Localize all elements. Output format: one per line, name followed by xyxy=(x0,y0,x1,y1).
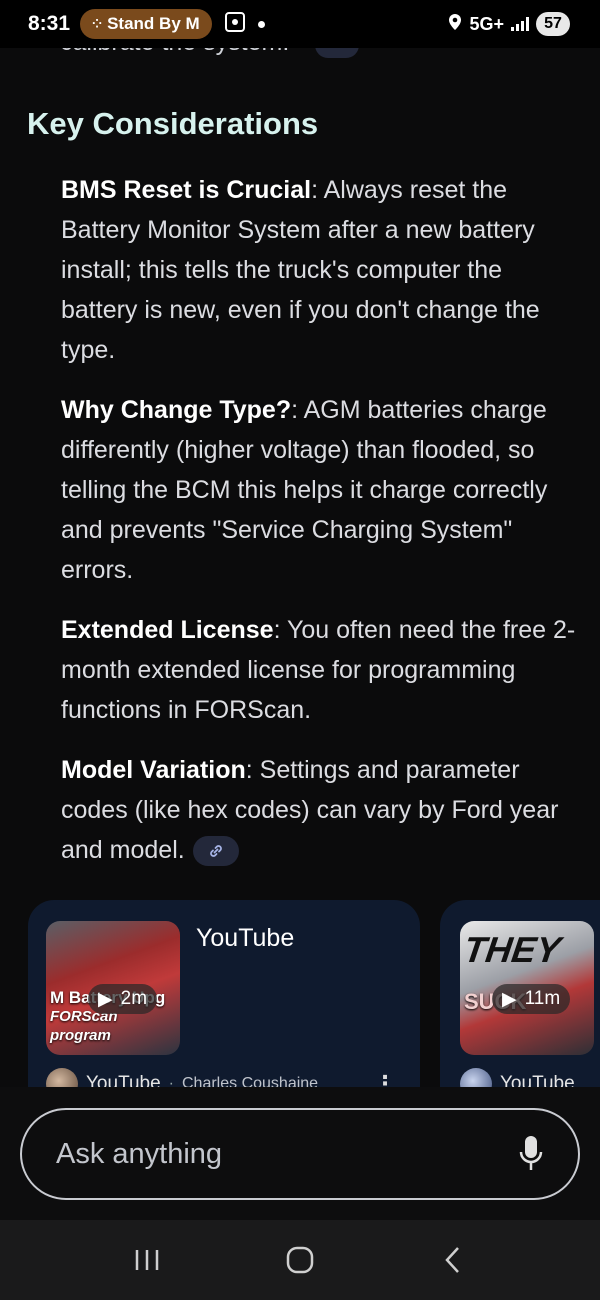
media-pill-label: Stand By M xyxy=(107,14,200,33)
list-item: Why Change Type?: AGM batteries charge d… xyxy=(61,390,581,590)
mic-icon[interactable] xyxy=(518,1134,544,1174)
duration-badge: ▶ 2m xyxy=(88,984,158,1014)
status-bar: 8:31 ⁘ Stand By M 5G+ 57 xyxy=(0,0,600,48)
recents-button[interactable] xyxy=(112,1230,182,1290)
status-time: 8:31 xyxy=(28,12,71,35)
screenshot-icon xyxy=(224,11,246,38)
status-right: 5G+ 57 xyxy=(448,12,570,36)
home-button[interactable] xyxy=(265,1230,335,1290)
home-icon xyxy=(286,1246,314,1274)
duration-label: 11m xyxy=(524,988,561,1009)
duration-badge: ▶ 11m xyxy=(492,984,571,1014)
ask-placeholder: Ask anything xyxy=(56,1137,223,1170)
system-nav-bar xyxy=(0,1220,600,1300)
chat-content[interactable]: calibrate the system. Key Considerations… xyxy=(0,0,600,1095)
considerations-list: BMS Reset is Crucial: Always reset the B… xyxy=(61,170,581,890)
media-pill[interactable]: ⁘ Stand By M xyxy=(80,9,212,39)
list-item: Extended License: You often need the fre… xyxy=(61,610,581,730)
bullet-title: Extended License xyxy=(61,616,274,644)
video-thumbnail[interactable]: THEY SUCK ▶ 11m xyxy=(460,921,594,1055)
back-icon xyxy=(445,1247,460,1273)
battery-indicator: 57 xyxy=(536,12,570,36)
list-item: BMS Reset is Crucial: Always reset the B… xyxy=(61,170,581,370)
location-icon xyxy=(448,13,462,36)
link-icon xyxy=(209,845,222,858)
play-icon: ▶ xyxy=(98,988,113,1010)
video-thumbnail[interactable]: M Battery UpgFORScan program ▶ 2m xyxy=(46,921,180,1055)
signal-icon xyxy=(511,17,529,31)
bullet-title: Model Variation xyxy=(61,756,246,784)
network-label: 5G+ xyxy=(469,13,504,34)
play-icon: ▶ xyxy=(502,988,517,1010)
notification-dot xyxy=(257,20,265,28)
list-item: Model Variation: Settings and parameter … xyxy=(61,750,581,870)
video-card[interactable]: THEY SUCK ▶ 11m YouTube xyxy=(440,900,600,1095)
duration-label: 2m xyxy=(120,988,148,1009)
recents-icon xyxy=(135,1250,158,1270)
bullet-text: : AGM batteries charge differently (high… xyxy=(61,396,548,584)
media-dots-icon: ⁘ xyxy=(92,17,102,31)
ask-input[interactable]: Ask anything xyxy=(20,1108,580,1200)
card-title: YouTube xyxy=(196,924,295,952)
source-link-chip[interactable] xyxy=(192,836,239,867)
section-heading: Key Considerations xyxy=(27,106,319,141)
back-button[interactable] xyxy=(418,1230,488,1290)
video-card[interactable]: M Battery UpgFORScan program ▶ 2m YouTub… xyxy=(28,900,420,1095)
bullet-text: : Always reset the Battery Monitor Syste… xyxy=(61,176,540,364)
bullet-title: BMS Reset is Crucial xyxy=(61,176,312,204)
ask-area: Ask anything xyxy=(0,1087,600,1220)
thumbnail-caption: THEY xyxy=(461,929,563,970)
bullet-title: Why Change Type? xyxy=(61,396,292,424)
